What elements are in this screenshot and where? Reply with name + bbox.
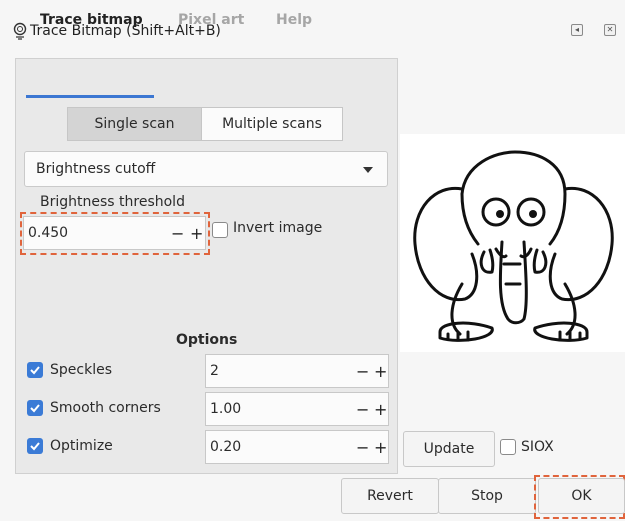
decrement-smooth-corners-button[interactable]: − <box>356 400 369 419</box>
detection-mode-value: Brightness cutoff <box>36 161 156 177</box>
checkmark-icon <box>30 366 40 375</box>
decrement-speckles-button[interactable]: − <box>356 362 369 381</box>
smooth-corners-label: Smooth corners <box>50 400 161 416</box>
siox-checkbox[interactable] <box>500 439 516 455</box>
invert-image-label: Invert image <box>233 220 323 236</box>
multiple-scans-button[interactable]: Multiple scans <box>201 107 343 141</box>
elephant-preview-image <box>413 150 614 342</box>
single-scan-button[interactable]: Single scan <box>67 107 202 141</box>
speckles-label: Speckles <box>50 362 112 378</box>
minimize-window-icon[interactable]: ◂ <box>571 24 583 36</box>
checkmark-icon <box>30 442 40 451</box>
detection-mode-dropdown[interactable]: Brightness cutoff <box>24 151 388 187</box>
active-tab-indicator <box>26 95 154 98</box>
tab-trace-bitmap[interactable]: Trace bitmap <box>40 12 143 28</box>
smooth-corners-spinbox[interactable]: 1.00 − + <box>205 392 389 426</box>
trace-preview <box>400 134 625 352</box>
speckles-spinbox[interactable]: 2 − + <box>205 354 389 388</box>
update-preview-button[interactable]: Update <box>403 431 495 467</box>
optimize-value: 0.20 <box>210 439 242 455</box>
optimize-checkbox[interactable] <box>27 438 43 454</box>
speckles-value: 2 <box>210 363 219 379</box>
ok-button[interactable]: OK <box>538 478 625 514</box>
decrement-optimize-button[interactable]: − <box>356 438 369 457</box>
tab-pixel-art[interactable]: Pixel art <box>178 12 244 28</box>
brightness-threshold-value: 0.450 <box>28 225 69 241</box>
brightness-threshold-spinbox[interactable]: 0.450 − + <box>23 216 206 250</box>
increment-optimize-button[interactable]: + <box>374 438 387 457</box>
smooth-corners-checkbox[interactable] <box>27 400 43 416</box>
optimize-spinbox[interactable]: 0.20 − + <box>205 430 389 464</box>
stop-button[interactable]: Stop <box>438 478 536 514</box>
decrement-threshold-button[interactable]: − <box>171 224 184 243</box>
siox-label: SIOX <box>521 439 554 455</box>
optimize-label: Optimize <box>50 438 113 454</box>
brightness-threshold-label: Brightness threshold <box>40 194 185 210</box>
checkmark-icon <box>30 404 40 413</box>
revert-button[interactable]: Revert <box>341 478 439 514</box>
trace-bitmap-icon <box>13 22 27 40</box>
invert-image-checkbox[interactable] <box>212 222 228 238</box>
increment-smooth-corners-button[interactable]: + <box>374 400 387 419</box>
tab-help[interactable]: Help <box>276 12 312 28</box>
speckles-checkbox[interactable] <box>27 362 43 378</box>
increment-speckles-button[interactable]: + <box>374 362 387 381</box>
close-window-icon[interactable]: ✕ <box>604 24 616 36</box>
chevron-down-icon <box>363 167 373 173</box>
increment-threshold-button[interactable]: + <box>190 224 203 243</box>
options-heading: Options <box>176 332 238 348</box>
smooth-corners-value: 1.00 <box>210 401 242 417</box>
